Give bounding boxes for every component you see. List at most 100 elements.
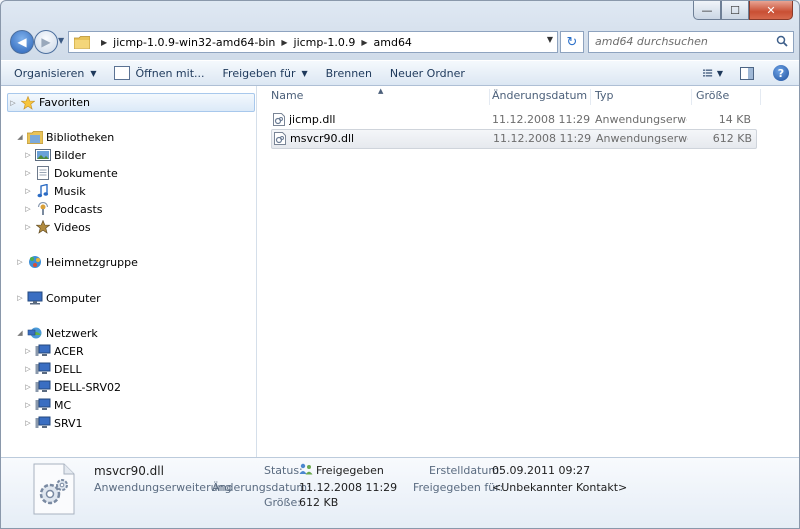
chevron-down-icon[interactable]: ▼ xyxy=(717,69,723,78)
details-status-label: Status: xyxy=(264,464,303,477)
column-header-type[interactable]: Typ xyxy=(590,89,692,105)
expand-arrow-icon[interactable]: ▷ xyxy=(23,151,33,159)
nav-item-dokumente[interactable]: ▷ Dokumente xyxy=(23,164,118,182)
window-icon xyxy=(114,66,131,80)
podcast-icon xyxy=(35,202,51,216)
network-computer-icon xyxy=(35,344,51,358)
column-label: Name xyxy=(271,89,304,102)
nav-item-bilder[interactable]: ▷ Bilder xyxy=(23,146,86,164)
nav-item-network[interactable]: ◢ Netzwerk xyxy=(15,324,97,342)
file-row[interactable]: jicmp.dll 11.12.2008 11:29 Anwendungserw… xyxy=(271,111,755,129)
file-row-selected[interactable]: msvcr90.dll 11.12.2008 11:29 Anwendungse… xyxy=(271,129,757,149)
chevron-right-icon[interactable]: ▶ xyxy=(281,38,287,47)
back-arrow-icon: ◀ xyxy=(17,35,27,49)
chevron-down-icon: ▼ xyxy=(301,68,308,78)
chevron-right-icon[interactable]: ▶ xyxy=(361,38,367,47)
column-header-size[interactable]: Größe xyxy=(691,89,761,105)
dll-file-large-icon xyxy=(33,463,75,515)
maximize-icon: ☐ xyxy=(730,3,740,17)
expand-arrow-icon[interactable]: ▷ xyxy=(23,205,33,213)
details-size-value: 612 KB xyxy=(299,496,339,509)
nav-item-dell-srv02[interactable]: ▷ DELL-SRV02 xyxy=(23,378,121,396)
nav-item-srv1[interactable]: ▷ SRV1 xyxy=(23,414,83,432)
back-button[interactable]: ◀ xyxy=(10,30,34,54)
nav-item-label: Bibliotheken xyxy=(46,130,115,144)
expand-arrow-icon[interactable]: ▷ xyxy=(23,169,33,177)
nav-item-musik[interactable]: ▷ Musik xyxy=(23,182,86,200)
new-folder-button[interactable]: Neuer Ordner xyxy=(381,62,474,84)
chevron-right-icon[interactable]: ▶ xyxy=(101,38,107,47)
column-label: Typ xyxy=(595,89,614,102)
expand-arrow-icon[interactable]: ▷ xyxy=(23,365,33,373)
close-button[interactable]: ✕ xyxy=(749,1,793,20)
nav-item-computer[interactable]: ▷ Computer xyxy=(15,289,101,307)
nav-item-podcasts[interactable]: ▷ Podcasts xyxy=(23,200,103,218)
address-history-dropdown[interactable]: ▼ xyxy=(547,35,553,44)
nav-item-libraries[interactable]: ◢ Bibliotheken xyxy=(15,128,114,146)
maximize-button[interactable]: ☐ xyxy=(721,1,749,20)
column-header-name[interactable]: ▲ Name xyxy=(266,87,490,105)
file-list-pane: ▲ Name Änderungsdatum Typ Größe jicmp.dl… xyxy=(257,86,799,457)
expanded-arrow-icon[interactable]: ◢ xyxy=(15,133,25,141)
open-with-button[interactable]: Öffnen mit... xyxy=(105,62,213,84)
open-with-label: Öffnen mit... xyxy=(135,66,205,80)
view-list-icon xyxy=(703,69,713,77)
burn-button[interactable]: Brennen xyxy=(317,62,381,84)
explorer-window: — ☐ ✕ ◀ ▶ ▼ ▶ jicmp-1.0.9-win32-amd64-bi… xyxy=(0,0,800,529)
file-type: Anwendungserwe... xyxy=(595,113,687,126)
nav-item-homegroup[interactable]: ▷ Heimnetzgruppe xyxy=(15,253,138,271)
expand-arrow-icon[interactable]: ▷ xyxy=(8,99,18,107)
shared-users-icon xyxy=(299,463,313,478)
help-button[interactable]: ? xyxy=(771,63,791,83)
details-created-value: 05.09.2011 09:27 xyxy=(492,464,591,477)
column-label: Änderungsdatum xyxy=(492,89,588,102)
share-button[interactable]: Freigeben für ▼ xyxy=(214,62,317,84)
file-size: 14 KB xyxy=(718,113,751,126)
recent-pages-dropdown[interactable]: ▼ xyxy=(58,36,64,45)
preview-pane-button[interactable] xyxy=(737,63,757,83)
refresh-icon: ↻ xyxy=(566,34,578,50)
network-icon xyxy=(27,326,43,340)
nav-item-label: Favoriten xyxy=(39,96,90,109)
file-date: 11.12.2008 11:29 xyxy=(492,113,591,126)
expand-arrow-icon[interactable]: ▷ xyxy=(23,419,33,427)
sort-ascending-icon: ▲ xyxy=(378,87,384,95)
forward-button[interactable]: ▶ xyxy=(34,30,58,54)
nav-item-label: MC xyxy=(54,398,72,412)
address-bar[interactable]: ▶ jicmp-1.0.9-win32-amd64-bin ▶ jicmp-1.… xyxy=(68,31,558,53)
share-label: Freigeben für xyxy=(222,66,296,80)
details-modified-label: Änderungsdatum: xyxy=(212,481,311,494)
file-size: 612 KB xyxy=(712,132,752,145)
expand-arrow-icon[interactable]: ▷ xyxy=(23,383,33,391)
breadcrumb-item[interactable]: jicmp-1.0.9 xyxy=(294,36,356,49)
refresh-button[interactable]: ↻ xyxy=(560,31,584,53)
change-view-button[interactable]: ▼ xyxy=(703,63,723,83)
nav-item-label: Dokumente xyxy=(54,166,118,180)
navigation-pane: ▷ Favoriten ◢ Bibliotheken ▷ Bilder ▷ Do… xyxy=(1,86,257,457)
command-bar: Organisieren ▼ Öffnen mit... Freigeben f… xyxy=(1,60,799,86)
breadcrumb-item[interactable]: amd64 xyxy=(374,36,412,49)
organize-button[interactable]: Organisieren ▼ xyxy=(1,62,105,84)
expand-arrow-icon[interactable]: ▷ xyxy=(23,187,33,195)
expand-arrow-icon[interactable]: ▷ xyxy=(15,258,25,266)
nav-item-videos[interactable]: ▷ Videos xyxy=(23,218,91,236)
expanded-arrow-icon[interactable]: ◢ xyxy=(15,329,25,337)
details-size-label: Größe: xyxy=(264,496,301,509)
column-label: Größe xyxy=(696,89,730,102)
expand-arrow-icon[interactable]: ▷ xyxy=(23,223,33,231)
pictures-icon xyxy=(35,148,51,162)
minimize-button[interactable]: — xyxy=(693,1,721,20)
column-header-date[interactable]: Änderungsdatum xyxy=(487,89,591,105)
nav-item-dell[interactable]: ▷ DELL xyxy=(23,360,82,378)
expand-arrow-icon[interactable]: ▷ xyxy=(23,347,33,355)
search-icon[interactable] xyxy=(776,35,788,47)
search-input[interactable] xyxy=(589,32,765,50)
chevron-down-icon: ▼ xyxy=(90,68,97,78)
nav-item-favorites[interactable]: ▷ Favoriten xyxy=(7,93,255,112)
nav-item-mc[interactable]: ▷ MC xyxy=(23,396,71,414)
details-status-value: Freigegeben xyxy=(316,464,384,477)
expand-arrow-icon[interactable]: ▷ xyxy=(23,401,33,409)
breadcrumb-item[interactable]: jicmp-1.0.9-win32-amd64-bin xyxy=(113,36,275,49)
expand-arrow-icon[interactable]: ▷ xyxy=(15,294,25,302)
nav-item-acer[interactable]: ▷ ACER xyxy=(23,342,84,360)
